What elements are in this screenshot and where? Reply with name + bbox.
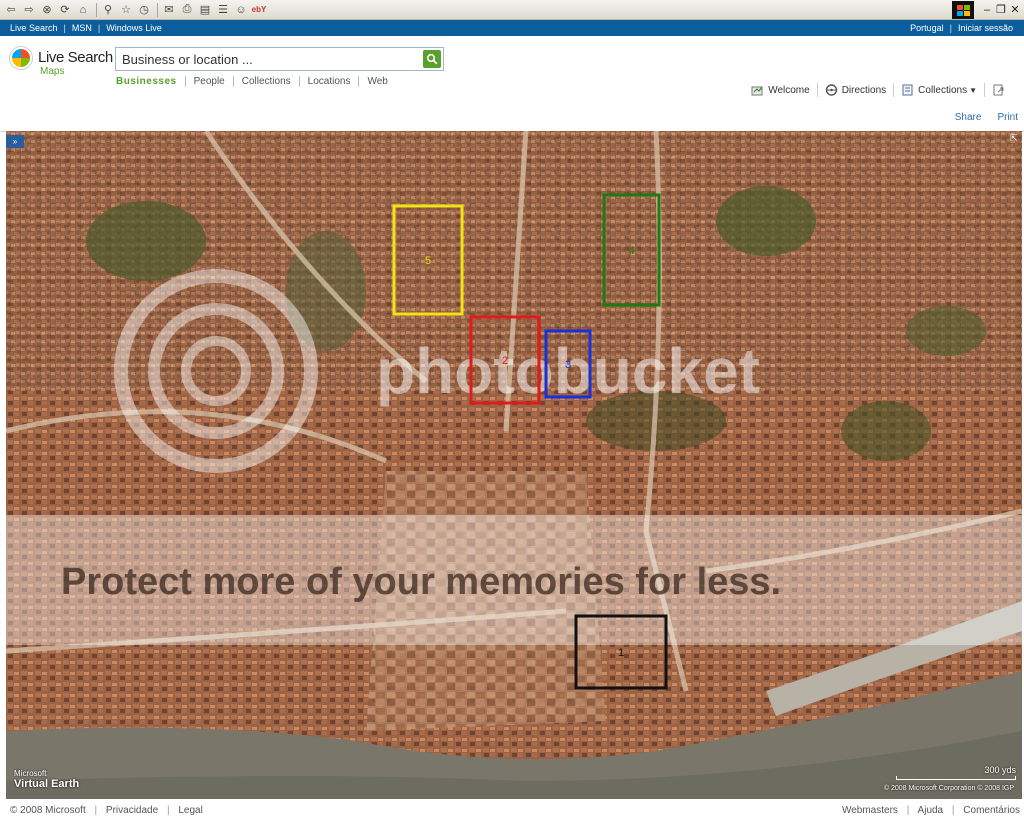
scale-label: 300 yds [984, 765, 1016, 775]
steering-wheel-icon [825, 84, 837, 96]
tab-businesses[interactable]: Businesses [115, 76, 185, 87]
search-box [115, 47, 444, 71]
share-link[interactable]: Share [955, 112, 982, 123]
virtual-earth-logo: Microsoft Virtual Earth [14, 769, 79, 790]
windows-live-link[interactable]: Windows Live [106, 23, 162, 33]
search-tabs: Businesses People Collections Locations … [115, 76, 396, 87]
ebay-icon[interactable]: ebY [251, 2, 267, 18]
directions-label: Directions [841, 84, 887, 96]
tab-web[interactable]: Web [358, 76, 395, 87]
welcome-label: Welcome [768, 84, 810, 96]
search-icon[interactable]: ⚲ [100, 2, 116, 18]
marker-label: 1 [618, 647, 624, 659]
msn-link[interactable]: MSN [72, 23, 92, 33]
help-link[interactable]: Ajuda [918, 805, 944, 816]
tab-collections[interactable]: Collections [232, 76, 299, 87]
aerial-map[interactable]: photobucket Protect more of your memorie… [6, 131, 1022, 799]
link-separator: | [949, 23, 952, 33]
export-button[interactable] [984, 83, 1016, 97]
print-icon[interactable]: ⎙ [179, 2, 195, 18]
restore-icon[interactable]: ❐ [994, 3, 1008, 17]
toolbar-divider [157, 2, 158, 17]
marker-label: 5 [425, 255, 431, 267]
print-link[interactable]: Print [997, 112, 1018, 123]
link-separator: | [63, 23, 66, 33]
search-button[interactable] [423, 50, 441, 68]
windows-flag-icon [10, 47, 32, 69]
minimize-icon[interactable]: – [980, 3, 994, 17]
forward-icon[interactable]: ⇨ [21, 2, 37, 18]
home-icon[interactable]: ⌂ [75, 2, 91, 18]
expand-panel-button[interactable]: » [6, 135, 24, 148]
maps-header: Live Search Maps Businesses People Colle… [0, 36, 1024, 132]
map-action-bar: Welcome Directions Collections ▼ [744, 83, 1016, 97]
live-bar-right: Portugal | Iniciar sessão [910, 20, 1013, 36]
favorites-icon[interactable]: ☆ [118, 2, 134, 18]
mail-icon[interactable]: ✉ [161, 2, 177, 18]
close-icon[interactable]: ✕ [1008, 3, 1022, 17]
stop-icon[interactable]: ⊗ [39, 2, 55, 18]
search-input[interactable] [116, 48, 416, 70]
live-search-link[interactable]: Live Search [10, 23, 58, 33]
ve-title: Virtual Earth [14, 778, 80, 790]
messenger-icon[interactable]: ☺ [233, 2, 249, 18]
legal-link[interactable]: Legal [178, 805, 202, 816]
window-controls: – ❐ ✕ [952, 1, 1022, 19]
marker-label: 4 [628, 245, 634, 257]
link-separator: | [94, 805, 98, 816]
expand-map-icon[interactable]: ⇱ [1010, 133, 1020, 143]
logo-subtitle: Maps [40, 66, 65, 77]
link-separator: | [951, 805, 955, 816]
link-separator: | [906, 805, 910, 816]
footer-right: Webmasters | Ajuda | Comentários [842, 805, 1020, 816]
edit-icon[interactable]: ▤ [197, 2, 213, 18]
toolbar-divider [96, 2, 97, 17]
browser-toolbar: ⇦ ⇨ ⊗ ⟳ ⌂ ⚲ ☆ ◷ ✉ ⎙ ▤ ☰ ☺ ebY – ❐ ✕ [0, 0, 1024, 20]
region-link[interactable]: Portugal [910, 23, 944, 33]
tab-locations[interactable]: Locations [298, 76, 359, 87]
link-separator: | [97, 23, 101, 33]
collections-label: Collections [918, 84, 968, 96]
marker-label: 3 [565, 359, 571, 371]
directions-button[interactable]: Directions [816, 83, 893, 97]
logo-title: Live Search [38, 49, 113, 66]
aerial-imagery[interactable]: photobucket Protect more of your memorie… [6, 131, 1022, 799]
welcome-icon [751, 86, 763, 96]
live-services-bar: Live Search | MSN | Windows Live Portuga… [0, 20, 1024, 36]
marker-label: 2 [502, 355, 508, 367]
map-copyright: © 2008 Microsoft Corporation © 2008 IGP [883, 785, 1014, 792]
footer-left: © 2008 Microsoft | Privacidade | Legal [10, 805, 203, 816]
sign-in-link[interactable]: Iniciar sessão [958, 23, 1013, 33]
link-separator: | [166, 805, 170, 816]
windows-logo-icon [952, 1, 974, 19]
scale-bar [896, 776, 1016, 780]
welcome-button[interactable]: Welcome [744, 83, 817, 97]
refresh-icon[interactable]: ⟳ [57, 2, 73, 18]
share-print-links: Share Print [939, 112, 1018, 123]
back-icon[interactable]: ⇦ [3, 2, 19, 18]
tab-people[interactable]: People [184, 76, 233, 87]
live-search-maps-logo[interactable]: Live Search Maps [10, 47, 113, 83]
map-scale: 300 yds [896, 765, 1016, 780]
footer-copyright: © 2008 Microsoft [10, 805, 86, 816]
feedback-link[interactable]: Comentários [963, 805, 1020, 816]
history-icon[interactable]: ◷ [136, 2, 152, 18]
magnifier-icon [426, 53, 438, 65]
watermark-banner-text: Protect more of your memories for less. [61, 561, 781, 603]
privacy-link[interactable]: Privacidade [106, 805, 158, 816]
webmasters-link[interactable]: Webmasters [842, 805, 898, 816]
collections-icon [902, 84, 913, 96]
discuss-icon[interactable]: ☰ [215, 2, 231, 18]
chevron-down-icon: ▼ [969, 85, 977, 95]
collections-dropdown[interactable]: Collections ▼ [893, 83, 984, 97]
export-icon [993, 84, 1004, 96]
ve-microsoft: Microsoft [14, 769, 47, 778]
page-footer: © 2008 Microsoft | Privacidade | Legal W… [0, 802, 1024, 819]
